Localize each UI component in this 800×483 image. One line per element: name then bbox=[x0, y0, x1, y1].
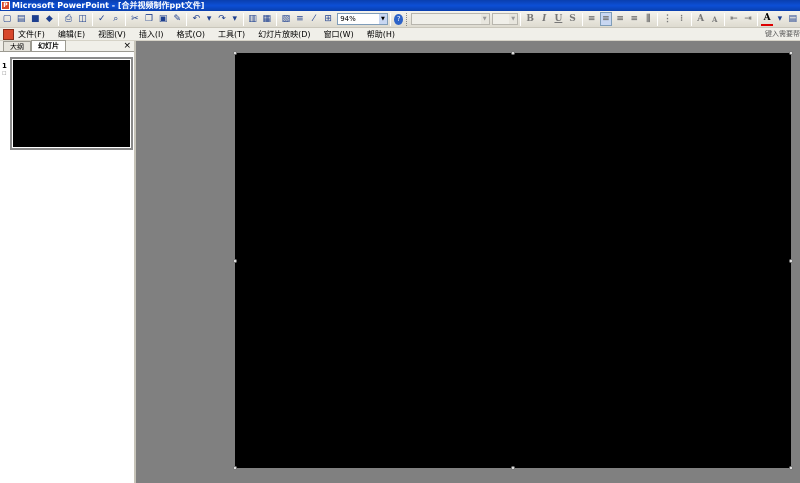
redo-dropdown-icon[interactable]: ▾ bbox=[230, 12, 240, 26]
toolbar-separator bbox=[690, 12, 692, 26]
increase-indent-icon[interactable]: ⇥ bbox=[742, 12, 754, 26]
resize-handle-s[interactable] bbox=[511, 466, 515, 470]
menu-insert[interactable]: 插入(I) bbox=[139, 29, 164, 40]
toolbar-separator bbox=[124, 12, 126, 26]
powerpoint-app-icon[interactable]: P bbox=[1, 1, 10, 10]
bold-icon[interactable]: B bbox=[524, 12, 536, 26]
insert-chart-icon[interactable]: ▥ bbox=[247, 12, 259, 26]
font-select[interactable]: ▼ bbox=[411, 13, 490, 25]
chevron-down-icon[interactable]: ▼ bbox=[480, 14, 489, 24]
toolbar-separator bbox=[242, 12, 244, 26]
menu-window[interactable]: 窗口(W) bbox=[324, 29, 354, 40]
insert-table-icon[interactable]: ▦ bbox=[261, 12, 273, 26]
toolbar-separator bbox=[58, 12, 60, 26]
menu-file[interactable]: 文件(F) bbox=[18, 29, 45, 40]
resize-handle-n[interactable] bbox=[511, 51, 515, 55]
shadow-icon[interactable]: S bbox=[566, 12, 578, 26]
cut-icon[interactable]: ✂ bbox=[129, 12, 141, 26]
save-icon[interactable]: ■ bbox=[29, 12, 41, 26]
window-title: Microsoft PowerPoint - [合并视频制作ppt文件] bbox=[12, 1, 205, 10]
spelling-icon[interactable]: ✓ bbox=[96, 12, 108, 26]
numbering-icon[interactable]: ⋮ bbox=[661, 12, 673, 26]
center-icon[interactable]: ≡ bbox=[599, 12, 613, 26]
document-menu-icon[interactable] bbox=[3, 28, 14, 40]
bullets-icon[interactable]: ⁝ bbox=[676, 12, 688, 26]
resize-handle-se[interactable] bbox=[789, 466, 793, 470]
tables-borders-icon[interactable]: ▧ bbox=[280, 12, 292, 26]
slides-pane: 大纲 幻灯片 × 1 ☐ bbox=[0, 40, 136, 483]
toolbar-gripper[interactable] bbox=[406, 12, 409, 26]
print-icon[interactable]: ⎙ bbox=[62, 12, 74, 26]
distribute-icon[interactable]: ⫼ bbox=[642, 12, 654, 26]
design-icon[interactable]: ▤ bbox=[787, 12, 799, 26]
slide-editing-area bbox=[138, 41, 800, 483]
menu-tools[interactable]: 工具(T) bbox=[218, 29, 245, 40]
show-formatting-icon[interactable]: ⁄ bbox=[308, 12, 320, 26]
copy-icon[interactable]: ❐ bbox=[143, 12, 155, 26]
grid-icon[interactable]: ⊞ bbox=[322, 12, 334, 26]
toolbar-separator bbox=[657, 12, 659, 26]
resize-handle-w[interactable] bbox=[233, 259, 237, 263]
redo-icon[interactable]: ↷ bbox=[216, 12, 228, 26]
toolbar-separator bbox=[723, 12, 725, 26]
menu-edit[interactable]: 编辑(E) bbox=[58, 29, 85, 40]
toolbar-separator bbox=[389, 12, 391, 26]
help-search-input[interactable]: 键入需要帮 bbox=[765, 29, 800, 39]
tab-slides[interactable]: 幻灯片 bbox=[31, 40, 66, 51]
font-color-icon[interactable]: A bbox=[761, 12, 774, 26]
slide-thumbnail-content bbox=[13, 60, 130, 147]
slide-number: 1 bbox=[2, 62, 7, 70]
expand-all-icon[interactable]: ≡ bbox=[294, 12, 306, 26]
close-icon[interactable]: × bbox=[123, 41, 131, 52]
toolbar-separator bbox=[186, 12, 188, 26]
toolbar-separator bbox=[275, 12, 277, 26]
zoom-select[interactable]: 94% ▼ bbox=[337, 13, 388, 25]
undo-icon[interactable]: ↶ bbox=[190, 12, 202, 26]
zoom-value: 94% bbox=[340, 15, 356, 23]
slide-canvas[interactable] bbox=[233, 51, 793, 470]
italic-icon[interactable]: I bbox=[538, 12, 550, 26]
align-right-icon[interactable]: ≡ bbox=[614, 12, 626, 26]
undo-dropdown-icon[interactable]: ▾ bbox=[204, 12, 214, 26]
chevron-down-icon[interactable]: ▼ bbox=[509, 14, 518, 24]
title-bar: P Microsoft PowerPoint - [合并视频制作ppt文件] bbox=[0, 0, 800, 11]
decrease-font-icon[interactable]: A bbox=[709, 12, 721, 26]
menu-slideshow[interactable]: 幻灯片放映(D) bbox=[258, 29, 310, 40]
pane-tabs: 大纲 幻灯片 × bbox=[0, 40, 134, 52]
standard-toolbar: ▢ ▤ ■ ◆ ⎙ ◫ ✓ ⌕ ✂ ❐ ▣ ✎ ↶ ▾ ↷ ▾ ▥ ▦ ▧ ≡ … bbox=[0, 11, 800, 28]
resize-handle-nw[interactable] bbox=[233, 51, 237, 55]
underline-icon[interactable]: U bbox=[552, 12, 564, 26]
resize-handle-e[interactable] bbox=[789, 259, 793, 263]
resize-handle-sw[interactable] bbox=[233, 466, 237, 470]
align-left-icon[interactable]: ≡ bbox=[586, 12, 598, 26]
decrease-indent-icon[interactable]: ⇤ bbox=[728, 12, 740, 26]
menu-help[interactable]: 帮助(H) bbox=[367, 29, 395, 40]
menu-format[interactable]: 格式(O) bbox=[176, 29, 205, 40]
toolbar-separator bbox=[520, 12, 522, 26]
justify-icon[interactable]: ≡ bbox=[628, 12, 640, 26]
new-icon[interactable]: ▢ bbox=[1, 12, 13, 26]
increase-font-icon[interactable]: A bbox=[695, 12, 707, 26]
slide-transition-icon: ☐ bbox=[2, 71, 7, 77]
font-color-dropdown-icon[interactable]: ▾ bbox=[775, 12, 785, 26]
slide-thumbnail[interactable] bbox=[10, 57, 133, 150]
tab-outline[interactable]: 大纲 bbox=[3, 41, 31, 51]
format-painter-icon[interactable]: ✎ bbox=[171, 12, 183, 26]
print-preview-icon[interactable]: ◫ bbox=[77, 12, 89, 26]
menu-view[interactable]: 视图(V) bbox=[98, 29, 126, 40]
help-icon[interactable]: ? bbox=[393, 13, 404, 25]
menu-bar: 文件(F) 编辑(E) 视图(V) 插入(I) 格式(O) 工具(T) 幻灯片放… bbox=[0, 28, 800, 41]
open-icon[interactable]: ▤ bbox=[15, 12, 27, 26]
chevron-down-icon[interactable]: ▼ bbox=[378, 14, 387, 24]
research-icon[interactable]: ⌕ bbox=[110, 12, 122, 26]
paste-icon[interactable]: ▣ bbox=[157, 12, 169, 26]
permission-icon[interactable]: ◆ bbox=[43, 12, 55, 26]
resize-handle-ne[interactable] bbox=[789, 51, 793, 55]
toolbar-separator bbox=[581, 12, 583, 26]
toolbar-separator bbox=[757, 12, 759, 26]
toolbar-separator bbox=[91, 12, 93, 26]
font-size-select[interactable]: ▼ bbox=[491, 13, 519, 25]
